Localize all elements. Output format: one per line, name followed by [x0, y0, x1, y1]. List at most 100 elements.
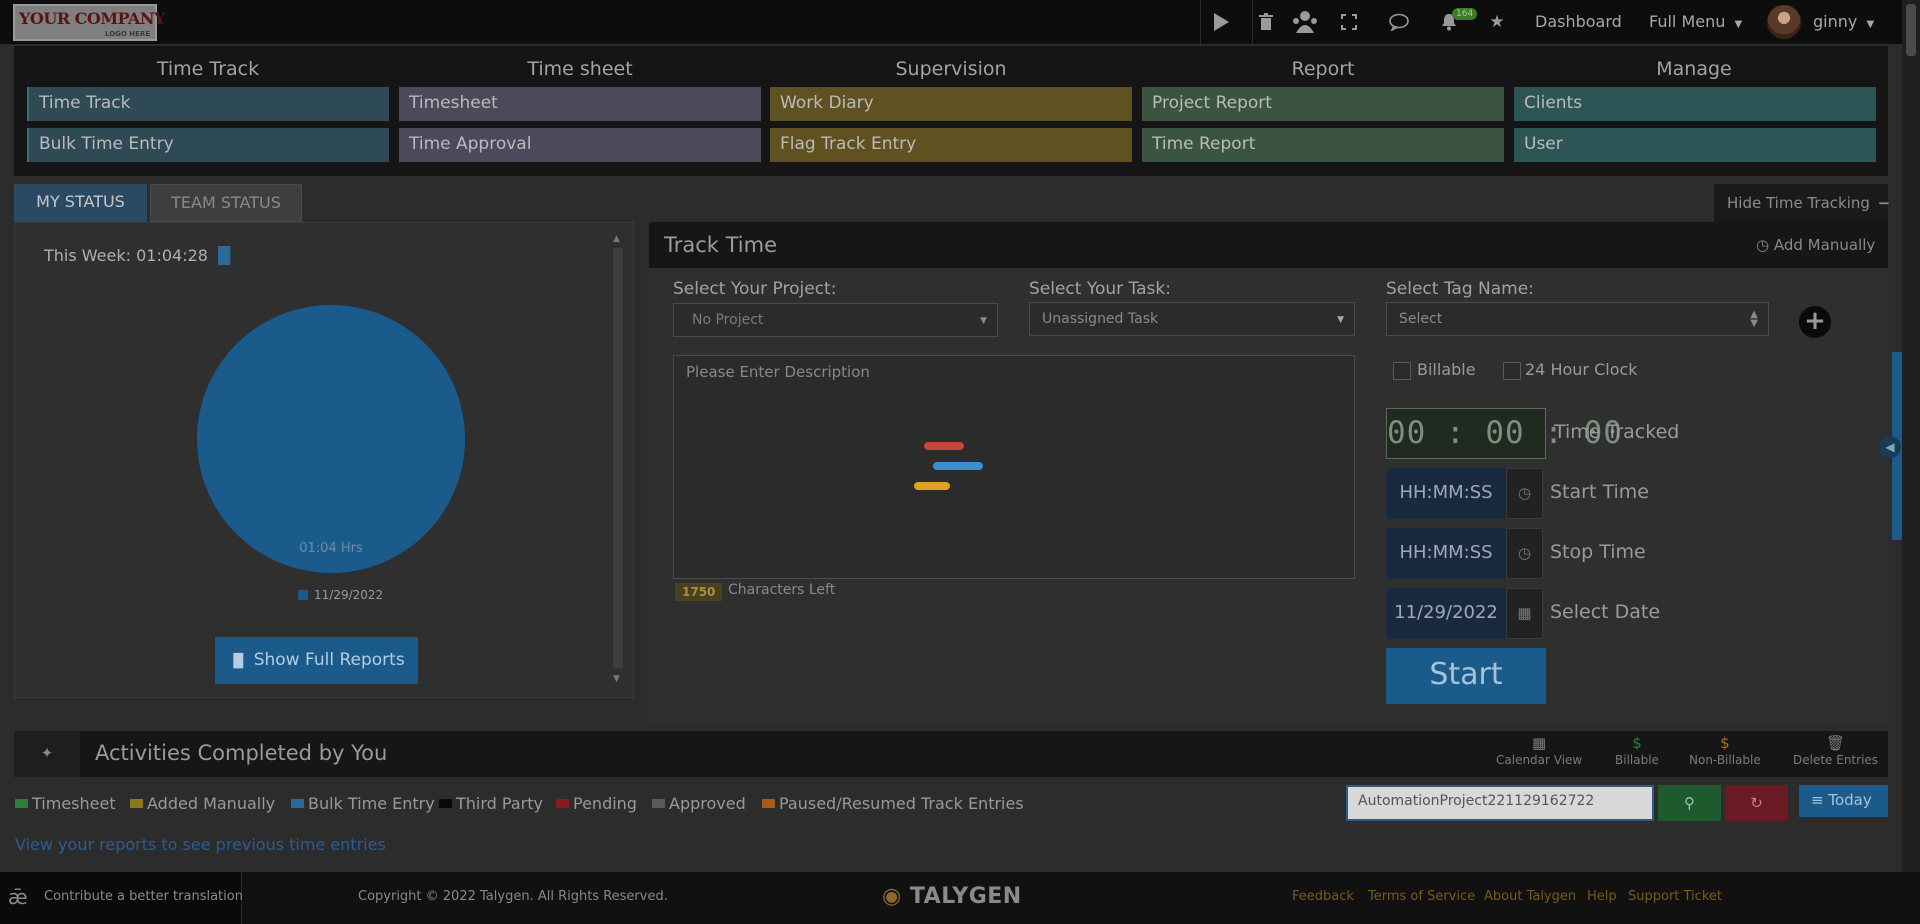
nav-heading-time-sheet: Time sheet	[527, 58, 633, 80]
bar-chart-icon[interactable]: ▐▌	[212, 246, 237, 265]
calendar-icon[interactable]: ▦	[1506, 588, 1543, 639]
legend-swatch	[652, 799, 665, 808]
show-full-reports-button[interactable]: ▐▌ Show Full Reports	[215, 637, 418, 684]
footer-link-help[interactable]: Help	[1587, 889, 1617, 904]
footer-link-about[interactable]: About Talygen	[1484, 889, 1576, 904]
chars-left-label: Characters Left	[728, 582, 836, 598]
loader-bar	[914, 482, 950, 490]
billable-label: Billable	[1417, 360, 1476, 379]
pie-slice	[197, 305, 465, 573]
reset-button[interactable]: ↻	[1725, 785, 1788, 821]
full-menu-dropdown[interactable]: Full Menu ▼	[1649, 12, 1742, 31]
trash-icon[interactable]	[1254, 0, 1278, 44]
start-time-clock-icon[interactable]: ◷	[1506, 468, 1543, 519]
company-logo[interactable]: YOUR COMPANY LOGO HERE	[13, 4, 165, 41]
today-button[interactable]: ≡ Today	[1799, 785, 1888, 817]
tab-my-status[interactable]: MY STATUS	[14, 184, 147, 230]
nav-item-timesheet[interactable]: Timesheet	[399, 87, 761, 121]
nav-item-user[interactable]: User	[1514, 128, 1876, 162]
fullscreen-icon[interactable]	[1337, 0, 1361, 44]
avatar[interactable]	[1767, 5, 1801, 39]
talygen-mark-icon: ◉	[882, 884, 902, 909]
add-manually-link[interactable]: ◷ Add Manually	[1756, 236, 1875, 254]
tab-team-status[interactable]: TEAM STATUS	[150, 184, 302, 222]
start-button[interactable]: Start	[1386, 648, 1546, 704]
caret-down-icon: ▼	[1337, 315, 1344, 325]
this-week-label: This Week: 01:04:28	[44, 246, 208, 265]
billable-checkbox[interactable]	[1393, 362, 1411, 380]
show-full-reports-label: Show Full Reports	[253, 650, 405, 670]
pie-legend: 11/29/2022	[298, 588, 383, 602]
caret-down-icon: ▼	[980, 316, 987, 326]
this-week-summary: This Week: 01:04:28 ▐▌	[44, 246, 237, 265]
description-textarea[interactable]: Please Enter Description	[673, 355, 1355, 579]
task-select[interactable]: Unassigned Task ▼	[1029, 302, 1355, 336]
user-menu[interactable]: ginny ▼	[1813, 12, 1874, 31]
team-icon[interactable]	[1287, 0, 1323, 44]
caret-down-icon: ▼	[1734, 19, 1743, 30]
date-label: Select Date	[1550, 601, 1661, 623]
scroll-up-icon[interactable]: ▲	[613, 234, 620, 244]
nav-item-time-track[interactable]: Time Track	[27, 87, 389, 121]
search-button[interactable]: ⚲	[1658, 785, 1721, 821]
calendar-view-button[interactable]: ▦ Calendar View	[1496, 734, 1582, 767]
non-billable-filter-label: Non-Billable	[1689, 753, 1761, 767]
dashboard-link[interactable]: Dashboard	[1535, 12, 1622, 31]
description-placeholder: Please Enter Description	[686, 363, 870, 381]
add-tag-button[interactable]: +	[1799, 306, 1831, 338]
scrollbar-thumb[interactable]	[1906, 4, 1916, 56]
legend-bulk-time-entry: Bulk Time Entry	[291, 794, 435, 813]
nav-item-clients[interactable]: Clients	[1514, 87, 1876, 121]
task-select-value: Unassigned Task	[1042, 311, 1159, 327]
stop-time-clock-icon[interactable]: ◷	[1506, 528, 1543, 579]
chat-icon[interactable]	[1385, 0, 1413, 44]
stop-time-input[interactable]: HH:MM:SS	[1386, 528, 1506, 579]
clock24-checkbox[interactable]	[1503, 362, 1521, 380]
date-input[interactable]: 11/29/2022	[1386, 588, 1506, 639]
legend-added-manually: Added Manually	[130, 794, 275, 813]
copyright-text: Copyright © 2022 Talygen. All Rights Res…	[358, 889, 668, 904]
start-time-input[interactable]: HH:MM:SS	[1386, 468, 1506, 519]
translate-widget[interactable]: ǣ Contribute a better translation	[0, 872, 243, 924]
calendar-icon: ▦	[1532, 734, 1547, 752]
logo-text: YOUR COMPANY	[19, 9, 165, 28]
activity-search-input[interactable]: AutomationProject221129162722	[1346, 785, 1654, 821]
scrollbar-track[interactable]	[613, 248, 623, 668]
legend-label: Timesheet	[32, 794, 116, 813]
footer-link-feedback[interactable]: Feedback	[1292, 889, 1354, 904]
nav-item-bulk-time-entry[interactable]: Bulk Time Entry	[27, 128, 389, 162]
pin-icon[interactable]: ✦	[14, 731, 80, 777]
panel-scrollbar[interactable]: ▲ ▼	[611, 234, 625, 688]
bell-icon[interactable]	[1437, 0, 1461, 44]
play-icon[interactable]	[1203, 0, 1239, 44]
legend-paused-resumed: Paused/Resumed Track Entries	[762, 794, 1024, 813]
nav-item-time-approval[interactable]: Time Approval	[399, 128, 761, 162]
today-label: Today	[1828, 791, 1872, 809]
delete-entries-button[interactable]: 🗑 Delete Entries	[1793, 734, 1878, 767]
pie-label: 01:04 Hrs	[299, 541, 363, 556]
billable-filter-button[interactable]: $ Billable	[1615, 734, 1659, 767]
talygen-brand-text: TALYGEN	[909, 884, 1022, 909]
legend-label: Bulk Time Entry	[308, 794, 435, 813]
arrow-left-icon[interactable]: ◀	[1879, 436, 1901, 458]
project-select[interactable]: No Project ▼	[673, 303, 998, 337]
tag-select[interactable]: Select ▲ ▼	[1386, 302, 1769, 336]
search-icon: ⚲	[1684, 794, 1695, 812]
page-scrollbar[interactable]	[1902, 0, 1920, 924]
track-time-header	[649, 222, 1888, 268]
hide-time-tracking-toggle[interactable]: Hide Time Tracking −	[1714, 184, 1890, 222]
nav-item-time-report[interactable]: Time Report	[1142, 128, 1504, 162]
footer-link-support[interactable]: Support Ticket	[1628, 889, 1722, 904]
nav-item-project-report[interactable]: Project Report	[1142, 87, 1504, 121]
nav-item-work-diary[interactable]: Work Diary	[770, 87, 1132, 121]
track-time-title: Track Time	[664, 233, 778, 257]
full-menu-label: Full Menu	[1649, 12, 1726, 31]
nav-item-flag-track-entry[interactable]: Flag Track Entry	[770, 128, 1132, 162]
star-icon[interactable]: ★	[1485, 0, 1509, 44]
tag-label: Select Tag Name:	[1386, 279, 1534, 299]
nav-heading-report: Report	[1291, 58, 1355, 80]
footer-link-terms[interactable]: Terms of Service	[1368, 889, 1475, 904]
scroll-down-icon[interactable]: ▼	[613, 674, 620, 684]
non-billable-filter-button[interactable]: $ Non-Billable	[1689, 734, 1761, 767]
view-reports-link[interactable]: View your reports to see previous time e…	[15, 835, 386, 854]
